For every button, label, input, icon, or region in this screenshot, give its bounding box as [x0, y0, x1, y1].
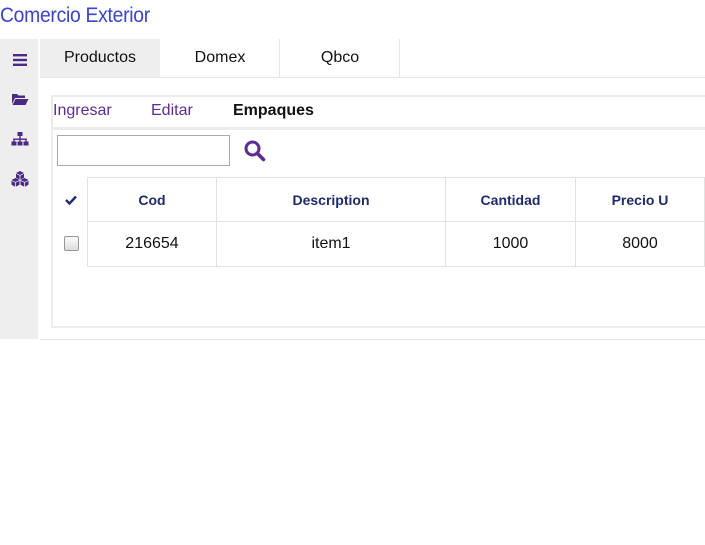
tab-label: Domex [194, 49, 246, 66]
sitemap-icon[interactable] [9, 129, 31, 149]
empaques-panel: Ingresar Editar Empaques Cod Description… [51, 95, 705, 328]
subtab-empaques[interactable]: Empaques [233, 102, 314, 120]
cell-cod: 216654 [87, 221, 217, 267]
menu-icon[interactable] [9, 50, 31, 70]
subtabs: Ingresar Editar Empaques [53, 97, 705, 130]
tab-productos[interactable]: Productos [40, 39, 160, 77]
tab-label: Productos [63, 49, 137, 66]
select-all-check[interactable] [55, 177, 88, 222]
subtab-ingresar[interactable]: Ingresar [53, 102, 112, 120]
column-header-cod[interactable]: Cod [87, 177, 217, 222]
column-header-cantidad[interactable]: Cantidad [445, 177, 576, 222]
sidebar [0, 39, 38, 339]
tab-divider [399, 39, 400, 77]
cell-description: item1 [216, 221, 446, 267]
tab-qbco[interactable]: Qbco [280, 39, 400, 77]
tab-domex[interactable]: Domex [160, 39, 280, 77]
checkmark-icon [65, 195, 77, 205]
row-checkbox-cell[interactable] [55, 221, 88, 267]
search-icon[interactable] [243, 139, 267, 163]
column-header-precio[interactable]: Precio U [575, 177, 705, 222]
main-content: Productos Domex Qbco Ingresar Editar Emp… [40, 39, 705, 340]
packages-table: Cod Description Cantidad Precio U 216654… [55, 177, 705, 267]
cubes-icon[interactable] [9, 169, 31, 189]
search-input[interactable] [57, 135, 230, 166]
cell-cantidad: 1000 [445, 221, 576, 267]
row-checkbox[interactable] [63, 236, 79, 252]
tab-label: Qbco [320, 49, 360, 66]
subtab-editar[interactable]: Editar [151, 102, 193, 120]
app-title: Comercio Exterior [0, 4, 150, 27]
folder-open-icon[interactable] [9, 89, 31, 109]
table-header-row: Cod Description Cantidad Precio U [55, 177, 705, 222]
column-header-description[interactable]: Description [216, 177, 446, 222]
table-row[interactable]: 216654 item1 1000 8000 [55, 221, 705, 267]
cell-precio: 8000 [575, 221, 705, 267]
top-tabs: Productos Domex Qbco [40, 39, 705, 78]
